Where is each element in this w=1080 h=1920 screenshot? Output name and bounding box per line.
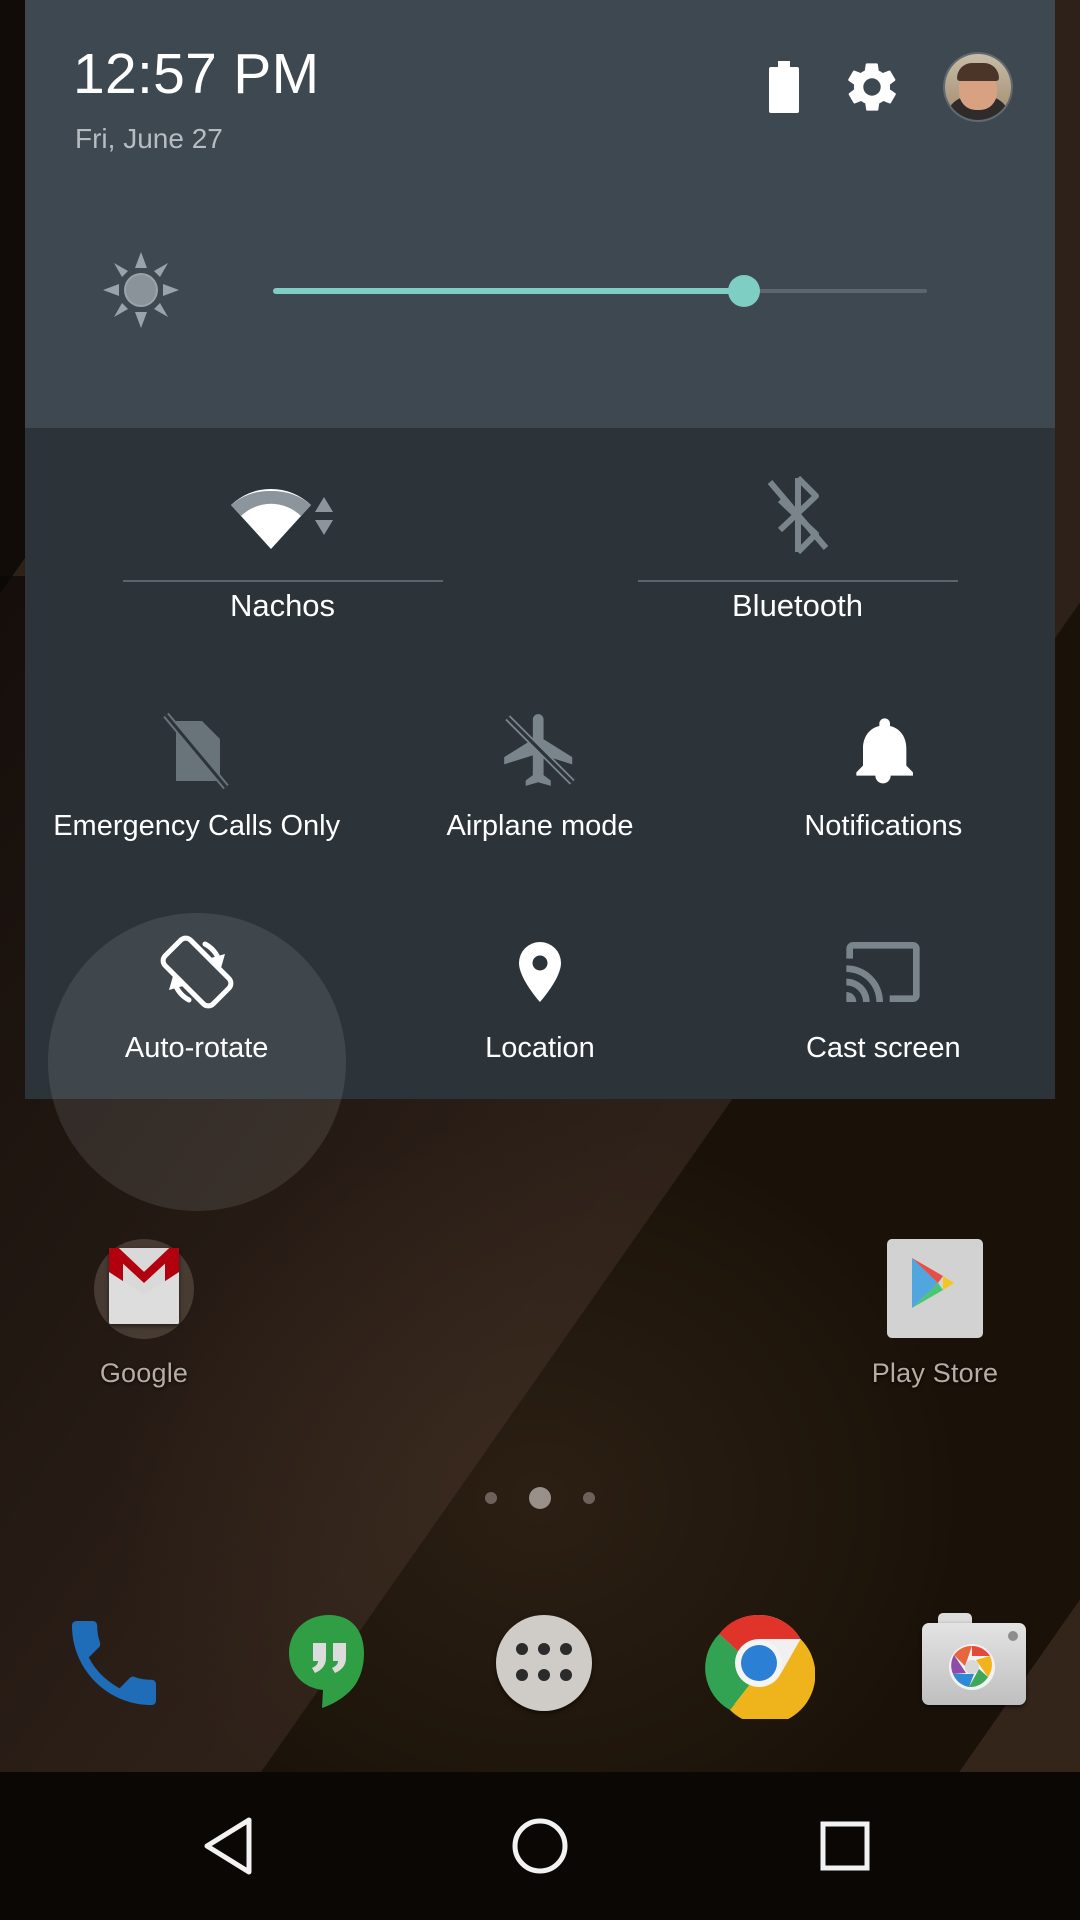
android-home-screen-with-quick-settings: Google Play Store 12:57 PM Fri, June 27 … [0,0,1080,1920]
clock: 12:57 PM [73,42,320,106]
tile-label-emergency: Emergency Calls Only [53,809,341,842]
header-icon-group [769,52,1011,122]
dock-item-hangouts[interactable] [247,1585,407,1745]
play-store-icon [876,1230,994,1348]
gmail-folder-icon [85,1230,203,1348]
dock [0,1585,1080,1745]
hangouts-icon [273,1607,385,1719]
dock-item-camera[interactable] [892,1585,1052,1745]
user-avatar[interactable] [945,54,1011,120]
tile-row-3: Auto-rotate Location Cast screen [25,895,1055,1211]
dock-item-app-drawer[interactable] [462,1585,622,1745]
screen-rotation-icon [160,935,234,1009]
tile-label-location: Location [485,1031,595,1064]
nav-recents-button[interactable] [785,1806,905,1886]
app-drawer-icon [488,1607,600,1719]
page-indicator [0,1487,1080,1509]
slider-thumb[interactable] [727,275,760,307]
tile-cast-screen[interactable]: Cast screen [712,895,1055,1065]
bluetooth-disabled-icon [767,475,828,555]
tile-notifications[interactable]: Notifications [712,673,1055,843]
page-dot[interactable] [583,1492,596,1504]
tile-wifi[interactable]: Nachos [25,428,540,625]
home-screen-app-row: Google Play Store [0,1230,1080,1420]
tile-airplane-mode[interactable]: Airplane mode [368,673,711,843]
brightness-slider[interactable] [273,275,927,307]
tile-label-airplane: Airplane mode [446,809,634,842]
dock-item-phone[interactable] [32,1585,192,1745]
date-label: Fri, June 27 [75,123,223,154]
tile-label-bluetooth: Bluetooth [732,588,863,623]
tile-row-2: Emergency Calls Only Airplane mode Notif… [25,673,1055,843]
chrome-icon [703,1607,815,1719]
tile-label-cast: Cast screen [805,1031,961,1064]
tile-label-wifi: Nachos [229,588,336,623]
app-label: Google [99,1358,189,1388]
tile-emergency-calls[interactable]: Emergency Calls Only [25,673,368,843]
app-icon-play-store[interactable]: Play Store [835,1230,1035,1389]
no-sim-icon [162,712,229,789]
gear-icon[interactable] [843,58,901,116]
quick-settings-tiles: Nachos Bluetooth Emergency Calls Only Ai… [25,428,1055,1211]
bell-icon [856,717,914,783]
nav-back-button[interactable] [175,1806,295,1886]
cast-icon [846,941,920,1002]
home-circle-icon [512,1818,568,1874]
quick-settings-panel: 12:57 PM Fri, June 27 Nachos Bluetooth E… [25,0,1055,1211]
recents-square-icon [820,1821,870,1871]
slider-fill [273,288,744,294]
page-dot[interactable] [484,1492,497,1504]
page-dot-active[interactable] [529,1487,551,1509]
brightness-control [25,232,1055,352]
battery-full-icon[interactable] [769,61,799,113]
tile-divider [637,580,958,582]
back-triangle-icon [204,1817,252,1875]
phone-icon [58,1607,170,1719]
nav-home-button[interactable] [480,1806,600,1886]
tile-divider [122,580,443,582]
tile-location[interactable]: Location [368,895,711,1065]
location-pin-icon [518,941,561,1002]
camera-icon [918,1607,1030,1719]
tile-label-auto-rotate: Auto-rotate [124,1031,269,1064]
app-icon-google-folder[interactable]: Google [44,1230,244,1389]
tile-row-connectivity: Nachos Bluetooth [25,428,1055,625]
wifi-icon [230,489,333,549]
quick-settings-header: 12:57 PM Fri, June 27 [25,0,1055,428]
status-row: 12:57 PM Fri, June 27 [25,0,1055,190]
app-label: Play Store [871,1358,999,1388]
tile-label-notifications: Notifications [804,809,963,842]
tile-auto-rotate[interactable]: Auto-rotate [25,895,368,1211]
navigation-bar [0,1772,1080,1920]
dock-item-chrome[interactable] [677,1585,837,1745]
airplane-off-icon [504,713,575,786]
tile-bluetooth[interactable]: Bluetooth [540,428,1055,625]
brightness-sun-icon[interactable] [99,248,183,332]
